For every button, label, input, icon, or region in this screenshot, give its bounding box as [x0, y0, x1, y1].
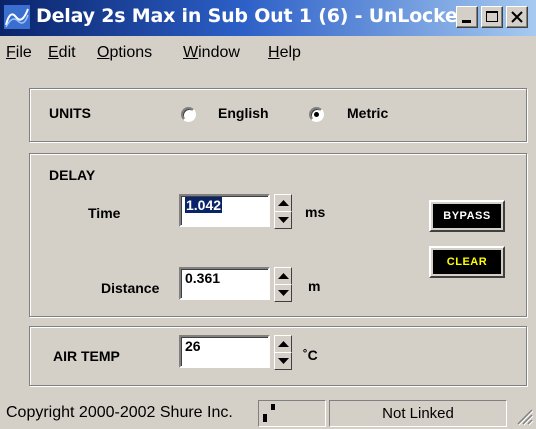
link-icon	[263, 404, 275, 422]
radio-metric[interactable]	[309, 107, 324, 122]
delay-group: DELAY Time 1.042 ms Distance 0.361 m BYP…	[29, 153, 527, 317]
time-spinner[interactable]	[274, 194, 292, 229]
maximize-icon	[486, 11, 498, 22]
radio-english[interactable]	[181, 107, 196, 122]
resize-grip-icon[interactable]	[512, 404, 534, 426]
arrow-up-icon	[278, 341, 289, 347]
arrow-down-icon	[278, 358, 289, 364]
maximize-button[interactable]	[481, 6, 503, 28]
time-input[interactable]: 1.042	[179, 194, 270, 227]
minimize-icon	[462, 20, 471, 23]
app-icon	[4, 5, 30, 29]
units-group: UNITS English Metric	[29, 88, 527, 142]
menu-edit[interactable]: Edit	[48, 44, 76, 62]
distance-input[interactable]: 0.361	[179, 267, 270, 300]
air-temp-up-button[interactable]	[274, 335, 292, 353]
main-panel: UNITS English Metric DELAY Time 1.042 ms…	[6, 69, 528, 387]
close-icon	[511, 11, 523, 23]
link-status-text: Not Linked	[382, 405, 454, 422]
air-temp-unit: ˚C	[303, 347, 318, 363]
menu-help[interactable]: Help	[268, 44, 301, 62]
arrow-down-icon	[278, 290, 289, 296]
air-temp-input[interactable]: 26	[179, 335, 270, 368]
distance-down-button[interactable]	[274, 284, 292, 302]
distance-spinner[interactable]	[274, 267, 292, 302]
air-temp-down-button[interactable]	[274, 352, 292, 370]
menu-file[interactable]: File	[6, 44, 32, 62]
window-title: Delay 2s Max in Sub Out 1 (6) - UnLocked	[36, 5, 472, 27]
menu-window[interactable]: Window	[183, 44, 240, 62]
arrow-down-icon	[278, 217, 289, 223]
distance-unit: m	[308, 278, 321, 294]
time-label: Time	[88, 205, 121, 221]
link-status-panel: Not Linked	[329, 400, 507, 427]
distance-label: Distance	[101, 280, 160, 296]
metric-label[interactable]: Metric	[347, 105, 388, 121]
close-button[interactable]	[506, 6, 528, 28]
title-bar[interactable]: Delay 2s Max in Sub Out 1 (6) - UnLocked	[0, 0, 536, 36]
units-label: UNITS	[49, 105, 91, 121]
time-down-button[interactable]	[274, 211, 292, 229]
arrow-up-icon	[278, 273, 289, 279]
arrow-up-icon	[278, 200, 289, 206]
link-indicator-panel	[258, 400, 326, 427]
air-temp-label: AIR TEMP	[53, 348, 120, 364]
copyright-text: Copyright 2000-2002 Shure Inc.	[6, 404, 233, 421]
distance-up-button[interactable]	[274, 267, 292, 285]
english-label[interactable]: English	[218, 105, 269, 121]
minimize-button[interactable]	[456, 6, 478, 28]
time-up-button[interactable]	[274, 194, 292, 212]
delay-label: DELAY	[49, 167, 96, 183]
radio-selected-dot	[314, 112, 319, 117]
air-temp-group: AIR TEMP 26 ˚C	[29, 326, 527, 386]
bypass-face: BYPASS	[433, 204, 501, 228]
air-temp-spinner[interactable]	[274, 335, 292, 370]
menu-bar: File Edit Options Window Help	[0, 36, 536, 69]
bypass-button[interactable]: BYPASS	[429, 200, 505, 232]
clear-button[interactable]: CLEAR	[429, 246, 505, 278]
clear-face: CLEAR	[433, 250, 501, 274]
status-bar: Copyright 2000-2002 Shure Inc. Not Linke…	[0, 394, 536, 429]
time-unit: ms	[305, 204, 326, 220]
menu-options[interactable]: Options	[97, 44, 152, 62]
